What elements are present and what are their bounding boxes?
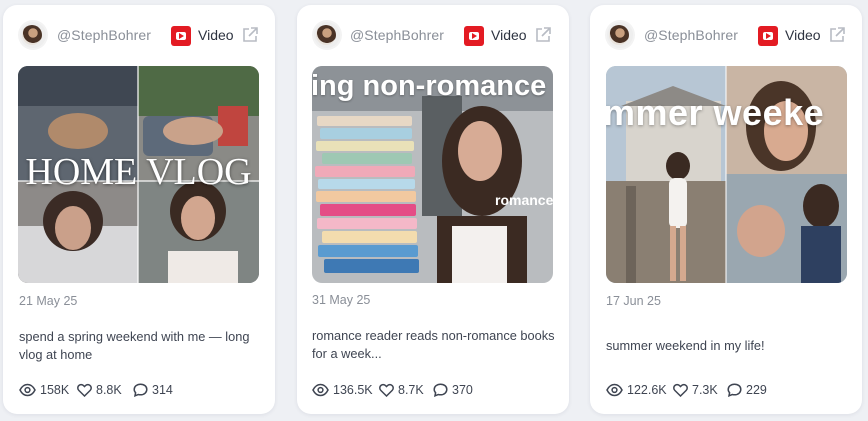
views-stat: 122.6K	[606, 381, 667, 399]
external-link-icon[interactable]	[241, 26, 259, 44]
avatar[interactable]	[20, 22, 46, 48]
author-handle[interactable]: @StephBohrer	[57, 27, 151, 43]
likes-count: 8.8K	[96, 383, 122, 397]
publish-date: 21 May 25	[19, 294, 78, 308]
likes-count: 8.7K	[398, 383, 424, 397]
eye-icon	[19, 383, 36, 397]
views-count: 158K	[40, 383, 70, 397]
comment-icon	[727, 383, 742, 397]
comments-count: 229	[746, 383, 767, 397]
video-card[interactable]: @StephBohrer Video	[297, 5, 569, 414]
video-thumbnail[interactable]: mmer weeke	[606, 66, 847, 283]
author-handle[interactable]: @StephBohrer	[644, 27, 738, 43]
thumbnail-side-text: romance	[495, 192, 553, 208]
engagement-stats: 136.5K 8.7K 370	[312, 381, 562, 399]
views-count: 122.6K	[627, 383, 667, 397]
comments-stat: 314	[133, 381, 173, 399]
comment-icon	[433, 383, 448, 397]
eye-icon	[312, 383, 329, 397]
engagement-stats: 122.6K 7.3K 229	[606, 381, 856, 399]
content-type-label: Video	[491, 27, 527, 43]
video-thumbnail[interactable]: ing non-romance b romance	[312, 66, 553, 283]
thumbnail-overlay-text: mmer weeke	[606, 92, 825, 133]
comments-count: 314	[152, 383, 173, 397]
external-link-icon[interactable]	[828, 26, 846, 44]
content-type-label: Video	[198, 27, 234, 43]
comment-icon	[133, 383, 148, 397]
likes-stat: 8.8K	[77, 381, 122, 399]
publish-date: 17 Jun 25	[606, 294, 661, 308]
card-header: @StephBohrer Video	[297, 5, 569, 67]
eye-icon	[606, 383, 623, 397]
card-header: @StephBohrer Video	[590, 5, 862, 67]
heart-icon	[673, 383, 688, 397]
video-title: spend a spring weekend with me — long vl…	[19, 329, 250, 362]
card-header: @StephBohrer Video	[3, 5, 275, 67]
avatar[interactable]	[314, 22, 340, 48]
content-type-label: Video	[785, 27, 821, 43]
video-card[interactable]: @StephBohrer Video	[3, 5, 275, 414]
thumbnail-overlay-text: HOME VLOG	[25, 151, 252, 193]
video-thumbnail[interactable]: HOME VLOG	[18, 66, 259, 283]
youtube-icon	[464, 26, 484, 46]
external-link-icon[interactable]	[534, 26, 552, 44]
likes-stat: 8.7K	[379, 381, 424, 399]
author-handle[interactable]: @StephBohrer	[350, 27, 444, 43]
views-stat: 158K	[19, 381, 69, 399]
views-stat: 136.5K	[312, 381, 373, 399]
publish-date: 31 May 25	[312, 293, 371, 307]
video-title: summer weekend in my life!	[606, 338, 765, 353]
likes-stat: 7.3K	[673, 381, 718, 399]
youtube-icon	[171, 26, 191, 46]
avatar[interactable]	[607, 22, 633, 48]
comments-count: 370	[452, 383, 473, 397]
heart-icon	[77, 383, 92, 397]
comments-stat: 229	[727, 381, 767, 399]
likes-count: 7.3K	[692, 383, 718, 397]
heart-icon	[379, 383, 394, 397]
youtube-icon	[758, 26, 778, 46]
video-card[interactable]: @StephBohrer Video mmer weeke 17 Jun 25 …	[590, 5, 862, 414]
views-count: 136.5K	[333, 383, 373, 397]
video-title: romance reader reads non-romance books f…	[312, 328, 555, 361]
engagement-stats: 158K 8.8K 314	[19, 381, 269, 399]
thumbnail-overlay-text: ing non-romance b	[312, 70, 552, 102]
comments-stat: 370	[433, 381, 473, 399]
